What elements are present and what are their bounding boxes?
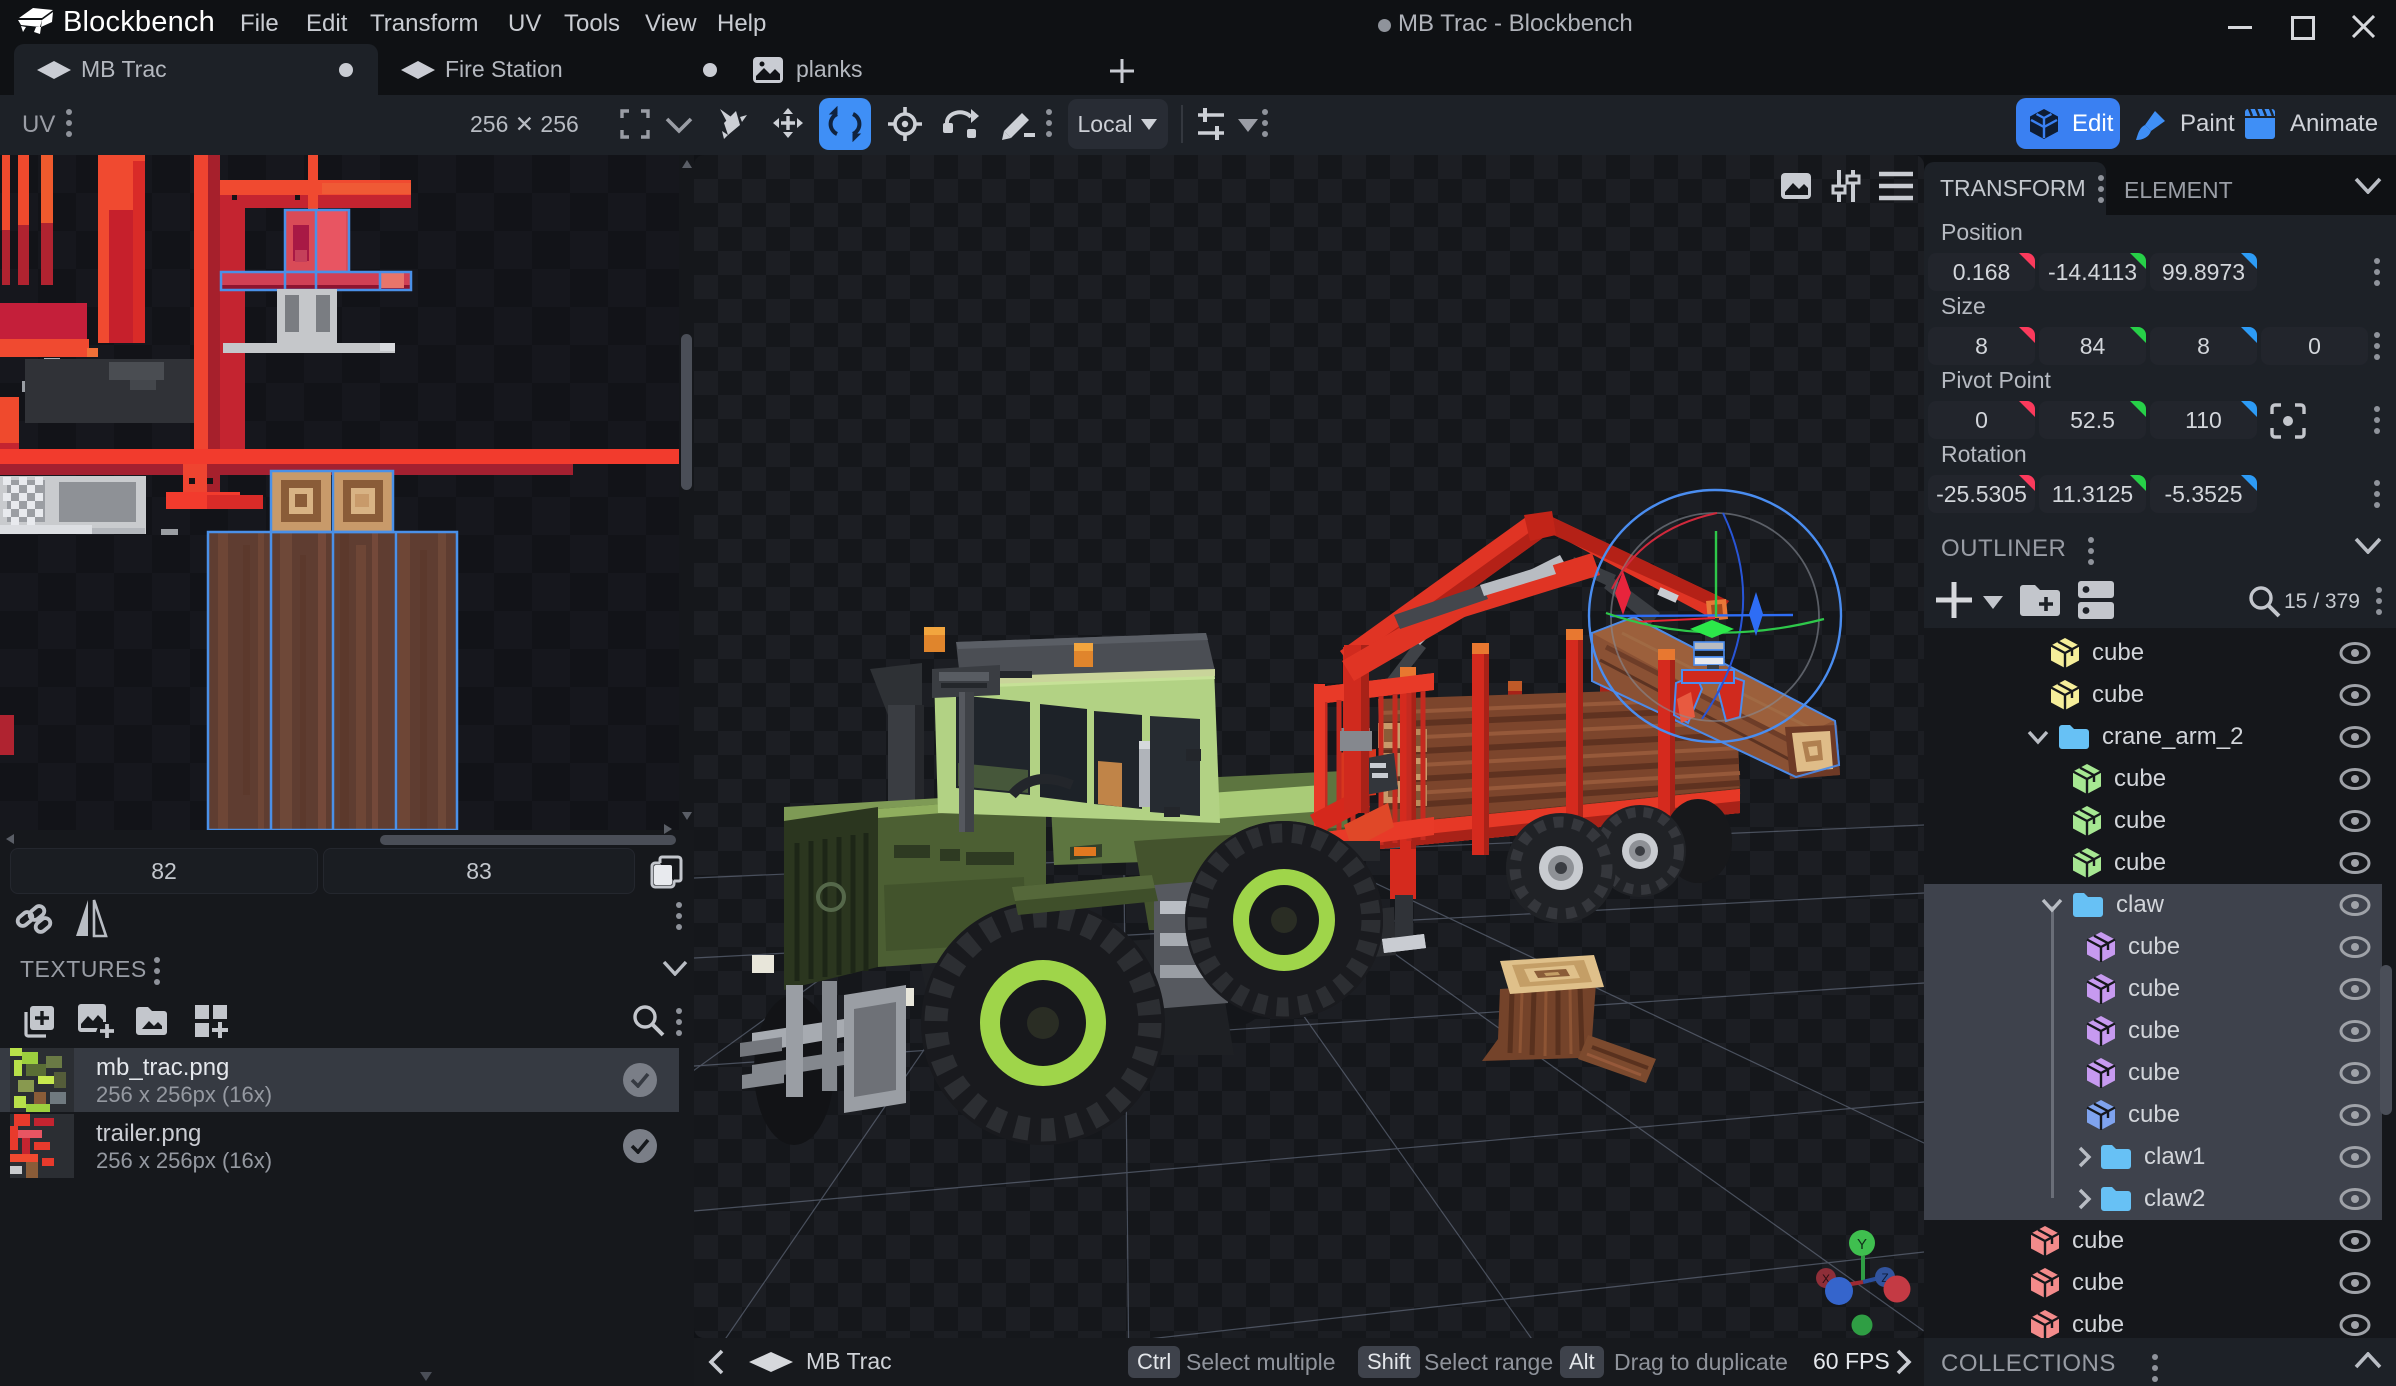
svg-text:Y: Y [1857,1236,1867,1253]
